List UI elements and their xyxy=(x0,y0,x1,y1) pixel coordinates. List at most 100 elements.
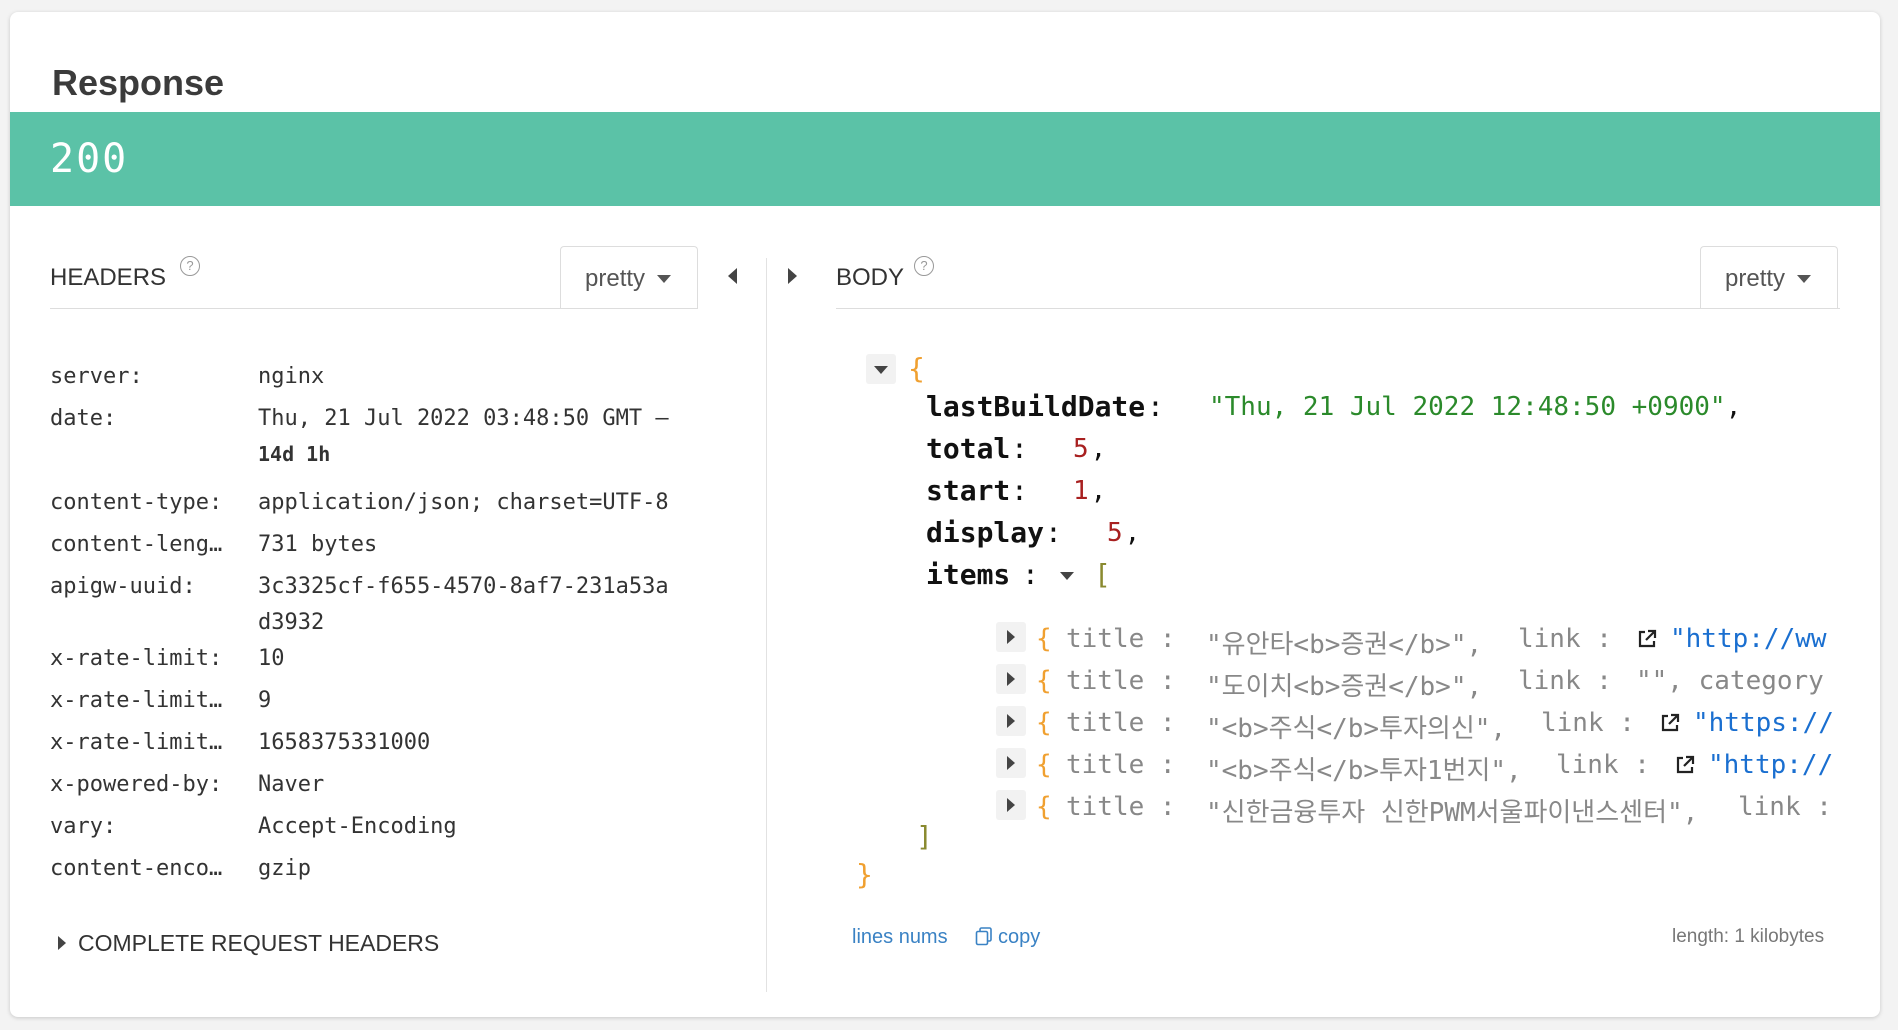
collapse-icon xyxy=(1060,572,1074,580)
item-link-label: link : xyxy=(1738,792,1832,822)
header-value: Thu, 21 Jul 2022 03:48:50 GMT – xyxy=(258,406,669,431)
chevron-down-icon xyxy=(657,275,671,283)
item-link-value[interactable]: "http://ww xyxy=(1670,624,1827,654)
header-key: x-rate-limit… xyxy=(50,688,223,713)
json-colon: : xyxy=(1045,516,1062,549)
headers-label: HEADERS xyxy=(50,264,167,291)
header-value: application/json; charset=UTF-8 xyxy=(258,490,669,515)
item-open-brace: { xyxy=(1036,666,1052,696)
json-items-colon: : xyxy=(1022,558,1039,591)
item-open-brace: { xyxy=(1036,624,1052,654)
body-length: length: 1 kilobytes xyxy=(1672,926,1825,947)
expand-icon xyxy=(1007,756,1015,770)
external-link-icon[interactable] xyxy=(1636,628,1658,650)
expand-icon xyxy=(1007,798,1015,812)
item-link-label: link : xyxy=(1518,666,1612,696)
body-divider xyxy=(836,308,1840,309)
item-toggle[interactable] xyxy=(996,748,1026,778)
item-toggle[interactable] xyxy=(996,622,1026,652)
item-title-label: title : xyxy=(1066,666,1176,696)
json-items-open: [ xyxy=(1094,558,1111,591)
json-key: start xyxy=(926,474,1011,507)
json-comma: , xyxy=(1090,476,1107,506)
items-toggle[interactable] xyxy=(1052,560,1082,590)
item-title-value: "<b>주식</b>투자의신", xyxy=(1206,714,1507,744)
line-nums-link[interactable]: lines nums xyxy=(852,926,948,949)
header-value: gzip xyxy=(258,856,311,881)
item-title-value: "유안타<b>증권</b>", xyxy=(1206,630,1483,660)
json-items-key: items xyxy=(926,558,1011,591)
item-toggle[interactable] xyxy=(996,664,1026,694)
expand-icon xyxy=(1007,630,1015,644)
item-link-label: link : xyxy=(1541,708,1635,738)
external-link-icon[interactable] xyxy=(1659,712,1681,734)
item-open-brace: { xyxy=(1036,792,1052,822)
header-value: 1658375331000 xyxy=(258,730,431,755)
item-title-label: title : xyxy=(1066,792,1176,822)
header-key: content-type: xyxy=(50,490,223,515)
json-colon: : xyxy=(1147,390,1164,423)
header-value: Accept-Encoding xyxy=(258,814,457,839)
item-title-label: title : xyxy=(1066,624,1176,654)
item-open-brace: { xyxy=(1036,708,1052,738)
header-value: 3c3325cf-f655-4570-8af7-231a53a xyxy=(258,574,669,599)
header-value: 10 xyxy=(258,646,285,671)
header-key: server: xyxy=(50,364,143,389)
body-format-select[interactable]: pretty xyxy=(1700,246,1838,308)
json-colon: : xyxy=(1011,474,1028,507)
item-link-value[interactable]: "http:// xyxy=(1708,750,1833,780)
json-key: total xyxy=(926,432,1011,465)
item-link-label: link : xyxy=(1518,624,1612,654)
header-key: date: xyxy=(50,406,117,431)
headers-format-label: pretty xyxy=(585,265,646,292)
json-value: 5 xyxy=(1107,518,1123,548)
body-format-label: pretty xyxy=(1725,265,1786,292)
item-title-label: title : xyxy=(1066,750,1176,780)
json-key: display xyxy=(926,516,1045,549)
header-key: vary: xyxy=(50,814,117,839)
external-link-icon[interactable] xyxy=(1674,754,1696,776)
json-close-brace: } xyxy=(856,858,873,891)
expand-icon xyxy=(1007,714,1015,728)
json-open-brace: { xyxy=(908,352,925,385)
item-toggle[interactable] xyxy=(996,706,1026,736)
headers-divider xyxy=(50,308,698,309)
copy-link[interactable]: copy xyxy=(998,926,1040,949)
header-value: Naver xyxy=(258,772,325,797)
json-value: 1 xyxy=(1073,476,1089,506)
item-title-label: title : xyxy=(1066,708,1176,738)
item-link-value: "", category xyxy=(1636,666,1824,696)
response-title: Response xyxy=(52,62,225,103)
headers-help-icon[interactable]: ? xyxy=(180,256,200,276)
json-value: 5 xyxy=(1073,434,1089,464)
item-link-value[interactable]: "https:// xyxy=(1693,708,1834,738)
headers-format-select[interactable]: pretty xyxy=(560,246,698,308)
body-label: BODY xyxy=(836,264,905,291)
json-colon: : xyxy=(1011,432,1028,465)
collapse-right-icon[interactable] xyxy=(788,268,797,284)
header-value-continued: d3932 xyxy=(258,610,325,635)
expand-icon xyxy=(1007,672,1015,686)
json-value: "Thu, 21 Jul 2022 12:48:50 +0900" xyxy=(1209,392,1726,422)
collapse-icon xyxy=(874,366,888,374)
item-link-label: link : xyxy=(1556,750,1650,780)
json-items-close: ] xyxy=(916,820,933,853)
collapse-left-icon[interactable] xyxy=(728,268,737,284)
status-bar: 200 xyxy=(10,112,1880,206)
header-value: nginx xyxy=(258,364,325,389)
complete-request-headers-toggle[interactable]: COMPLETE REQUEST HEADERS xyxy=(78,930,439,957)
copy-icon[interactable] xyxy=(974,926,994,946)
header-key: x-powered-by: xyxy=(50,772,223,797)
json-root-toggle[interactable] xyxy=(866,354,896,384)
panel-divider xyxy=(766,258,767,992)
body-help-icon[interactable]: ? xyxy=(914,256,934,276)
header-key: apigw-uuid: xyxy=(50,574,196,599)
item-toggle[interactable] xyxy=(996,790,1026,820)
json-comma: , xyxy=(1124,518,1141,548)
item-title-value: "신한금융투자 신한PWM서울파이낸스센터", xyxy=(1206,798,1699,828)
expand-caret-icon[interactable] xyxy=(58,936,66,950)
item-open-brace: { xyxy=(1036,750,1052,780)
status-code: 200 xyxy=(50,136,129,182)
json-items-viewport: { title : "유안타<b>증권</b>", link : "http://ww {… xyxy=(846,612,1838,832)
item-title-value: "도이치<b>증권</b>", xyxy=(1206,672,1483,702)
